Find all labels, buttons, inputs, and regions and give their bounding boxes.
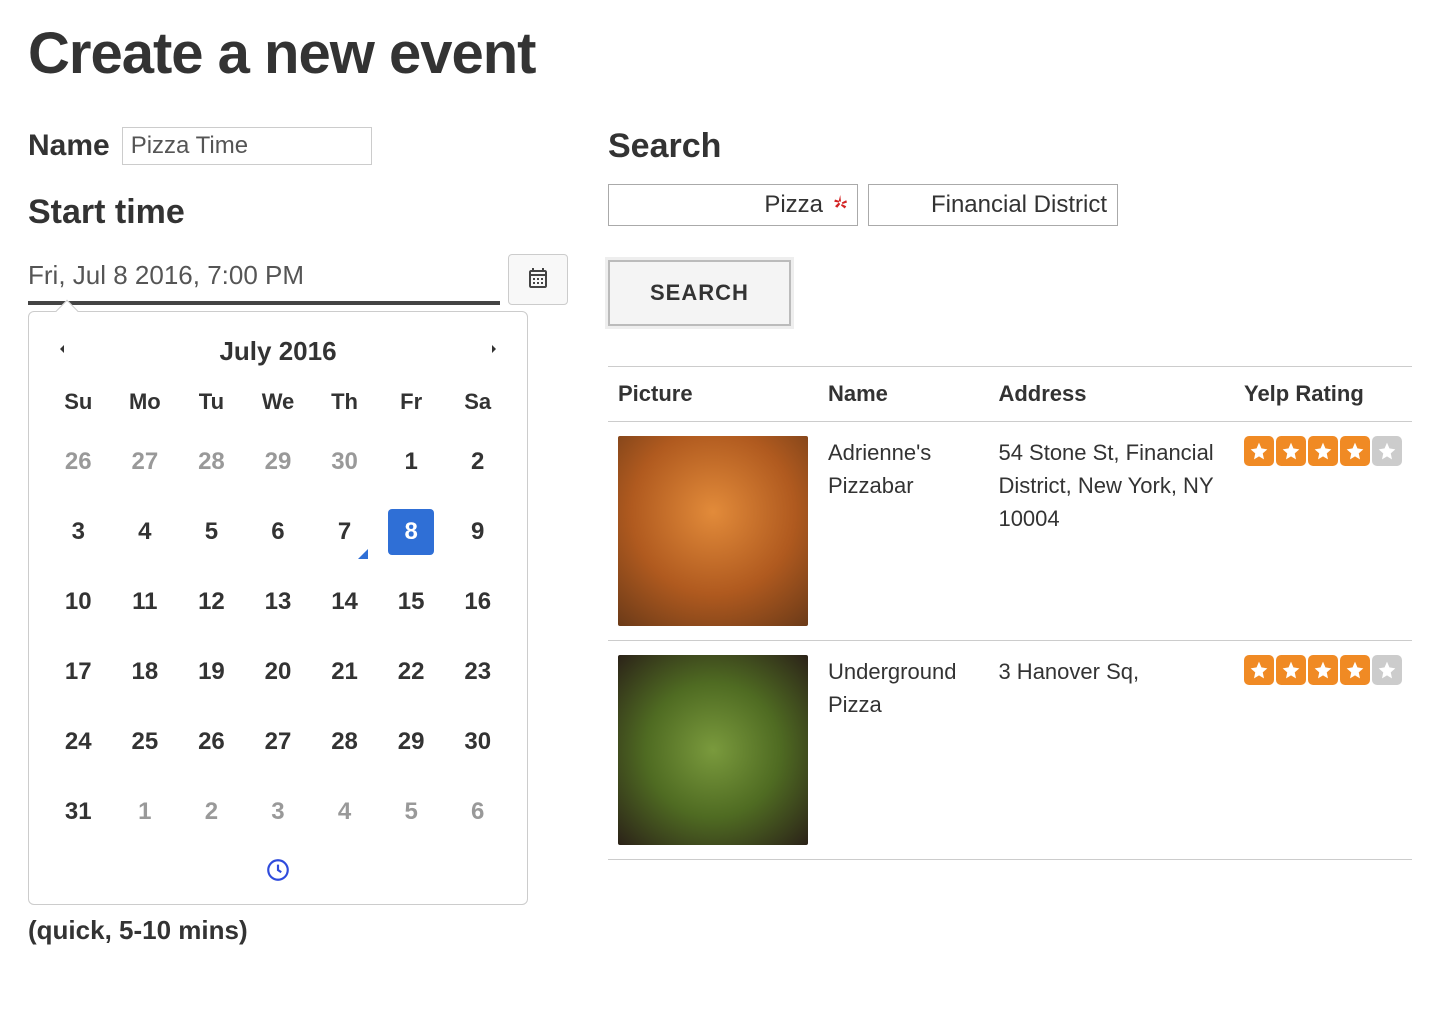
clock-icon (265, 870, 291, 887)
datepicker-day[interactable]: 9 (444, 497, 511, 567)
star-icon (1372, 436, 1402, 466)
datepicker-day[interactable]: 14 (311, 567, 378, 637)
name-input[interactable] (122, 127, 372, 165)
calendar-toggle-button[interactable] (508, 254, 568, 305)
col-name: Name (818, 367, 988, 422)
table-row[interactable]: Underground Pizza3 Hanover Sq, (608, 641, 1412, 860)
datepicker-dow: Su (45, 381, 112, 427)
page-title: Create a new event (28, 20, 1412, 87)
datepicker-day[interactable]: 3 (245, 777, 312, 847)
starttime-label: Start time (28, 193, 568, 232)
datepicker-next-month-button[interactable] (483, 341, 505, 363)
results-table: Picture Name Address Yelp Rating Adrienn… (608, 366, 1412, 860)
yelp-icon (832, 194, 850, 217)
starttime-input[interactable] (28, 254, 500, 305)
datepicker-day[interactable]: 23 (444, 637, 511, 707)
datepicker-dow: Th (311, 381, 378, 427)
result-name: Adrienne's Pizzabar (818, 422, 988, 641)
star-icon (1340, 436, 1370, 466)
datepicker-day[interactable]: 27 (245, 707, 312, 777)
datepicker-day[interactable]: 20 (245, 637, 312, 707)
datepicker-day[interactable]: 25 (112, 707, 179, 777)
datepicker-day[interactable]: 5 (378, 777, 445, 847)
datepicker-day[interactable]: 4 (311, 777, 378, 847)
star-icon (1308, 655, 1338, 685)
datepicker-day[interactable]: 6 (245, 497, 312, 567)
datepicker-day[interactable]: 8 (378, 497, 445, 567)
datepicker-day[interactable]: 27 (112, 427, 179, 497)
result-thumbnail (618, 655, 808, 845)
datepicker-day[interactable]: 28 (311, 707, 378, 777)
search-term-input[interactable] (608, 184, 858, 226)
datepicker-day[interactable]: 15 (378, 567, 445, 637)
datepicker-day[interactable]: 24 (45, 707, 112, 777)
star-icon (1244, 655, 1274, 685)
time-picker-button[interactable] (265, 857, 291, 888)
result-address: 54 Stone St, Financial District, New Yor… (988, 422, 1234, 641)
datepicker-day[interactable]: 28 (178, 427, 245, 497)
datepicker-day[interactable]: 6 (444, 777, 511, 847)
datepicker-day[interactable]: 1 (378, 427, 445, 497)
datepicker-day[interactable]: 26 (178, 707, 245, 777)
datepicker-day[interactable]: 1 (112, 777, 179, 847)
datepicker-day[interactable]: 29 (378, 707, 445, 777)
datepicker-prev-month-button[interactable] (51, 341, 73, 363)
datepicker-day[interactable]: 21 (311, 637, 378, 707)
star-icon (1372, 655, 1402, 685)
truncated-text: (quick, 5-10 mins) (28, 915, 568, 946)
datepicker-dow: Fr (378, 381, 445, 427)
star-icon (1308, 436, 1338, 466)
datepicker-dow: Tu (178, 381, 245, 427)
chevron-left-icon (54, 339, 70, 364)
col-picture: Picture (608, 367, 818, 422)
datepicker-month-label[interactable]: July 2016 (219, 336, 336, 367)
result-rating (1234, 422, 1412, 641)
datepicker-day[interactable]: 3 (45, 497, 112, 567)
datepicker-day[interactable]: 16 (444, 567, 511, 637)
table-row[interactable]: Adrienne's Pizzabar54 Stone St, Financia… (608, 422, 1412, 641)
datepicker-day[interactable]: 30 (444, 707, 511, 777)
result-name: Underground Pizza (818, 641, 988, 860)
datepicker-day[interactable]: 2 (178, 777, 245, 847)
star-icon (1276, 436, 1306, 466)
datepicker-day[interactable]: 4 (112, 497, 179, 567)
datepicker-day[interactable]: 5 (178, 497, 245, 567)
col-rating: Yelp Rating (1234, 367, 1412, 422)
datepicker-day[interactable]: 29 (245, 427, 312, 497)
result-rating (1234, 641, 1412, 860)
star-icon (1244, 436, 1274, 466)
datepicker-day[interactable]: 19 (178, 637, 245, 707)
result-address: 3 Hanover Sq, (988, 641, 1234, 860)
datepicker-popup: July 2016 SuMoTuWeThFrSa 262728293012345… (28, 311, 528, 905)
calendar-icon (526, 266, 550, 293)
datepicker-day[interactable]: 10 (45, 567, 112, 637)
datepicker-day[interactable]: 22 (378, 637, 445, 707)
chevron-right-icon (486, 339, 502, 364)
datepicker-day[interactable]: 13 (245, 567, 312, 637)
datepicker-day[interactable]: 2 (444, 427, 511, 497)
datepicker-dow: Mo (112, 381, 179, 427)
name-label: Name (28, 129, 110, 163)
datepicker-dow: We (245, 381, 312, 427)
col-address: Address (988, 367, 1234, 422)
datepicker-day[interactable]: 7 (311, 497, 378, 567)
search-location-input[interactable] (868, 184, 1118, 226)
datepicker-day[interactable]: 31 (45, 777, 112, 847)
search-heading: Search (608, 127, 1412, 166)
datepicker-day[interactable]: 11 (112, 567, 179, 637)
result-thumbnail (618, 436, 808, 626)
datepicker-day[interactable]: 12 (178, 567, 245, 637)
datepicker-day[interactable]: 30 (311, 427, 378, 497)
star-icon (1276, 655, 1306, 685)
star-icon (1340, 655, 1370, 685)
search-button[interactable]: SEARCH (608, 260, 791, 326)
datepicker-day[interactable]: 18 (112, 637, 179, 707)
datepicker-day[interactable]: 26 (45, 427, 112, 497)
datepicker-day[interactable]: 17 (45, 637, 112, 707)
datepicker-dow: Sa (444, 381, 511, 427)
